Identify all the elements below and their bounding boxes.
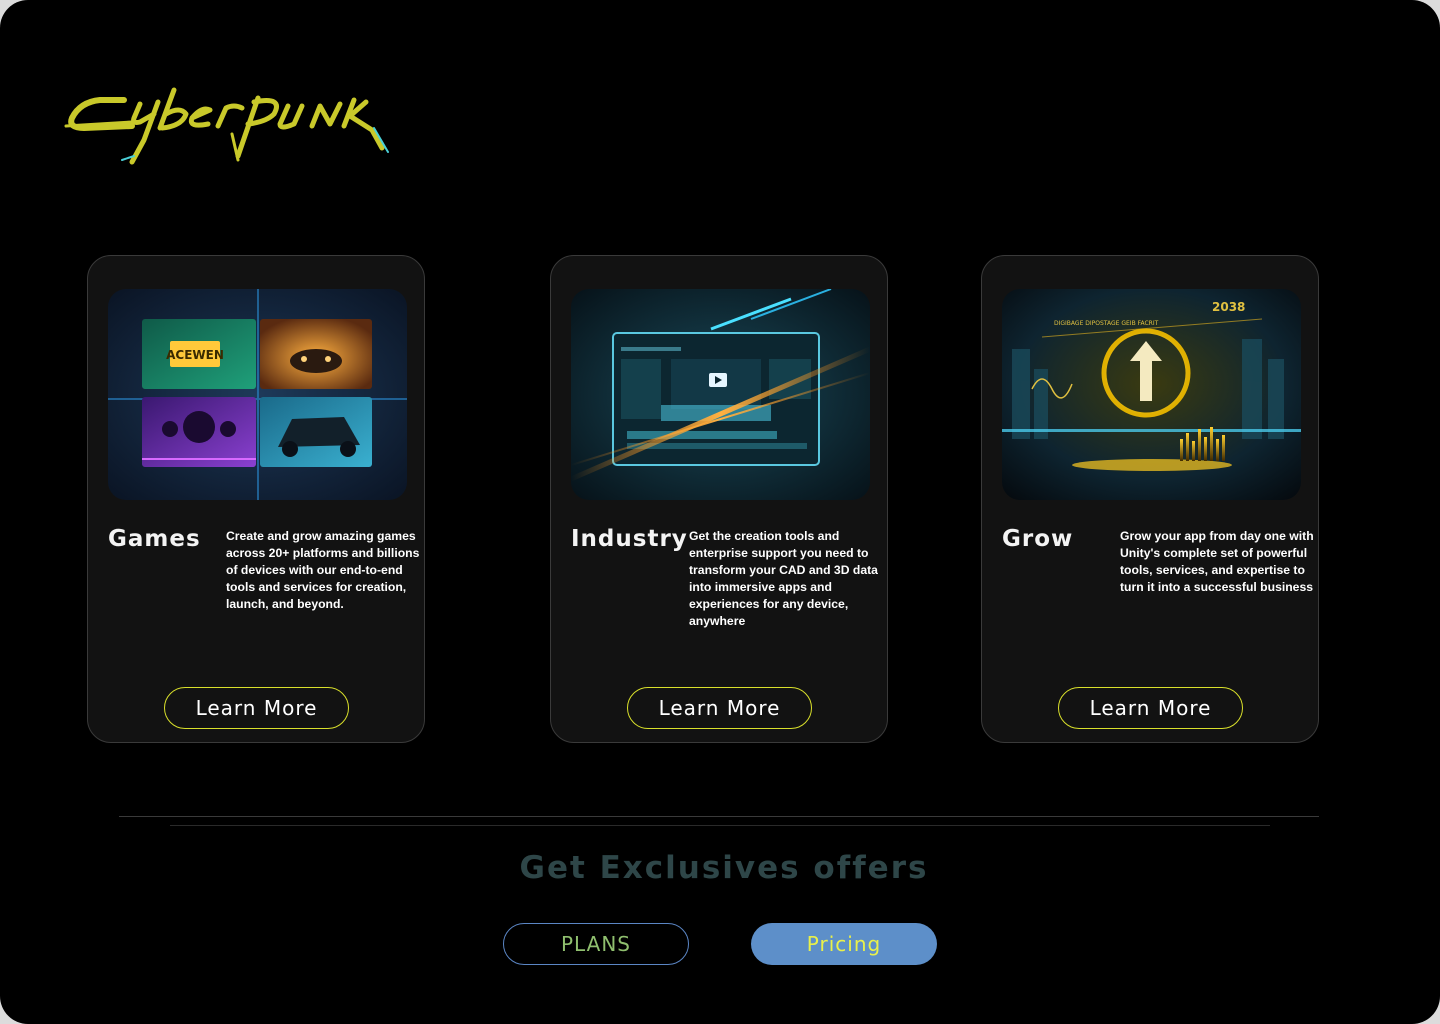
card-description: Grow your app from day one with Unity's … bbox=[1120, 529, 1314, 594]
divider bbox=[170, 825, 1270, 826]
learn-more-button[interactable]: Learn More bbox=[164, 687, 349, 729]
card-description: Create and grow amazing games across 20+… bbox=[226, 529, 420, 611]
page-frame: ACEWEN Games Create and grow amazing gam… bbox=[0, 0, 1440, 1024]
card-grow: DIGIBAGE DIPOSTAGE GEIB FACRIT 2038 Grow… bbox=[981, 255, 1319, 743]
card-industry: Industry Get the creation tools and ente… bbox=[550, 255, 888, 743]
svg-text:DIGIBAGE DIPOSTAGE GEIB FAC: DIGIBAGE DIPOSTAGE GEIB FACRIT bbox=[1054, 320, 1159, 327]
plans-button[interactable]: PLANS bbox=[503, 923, 689, 965]
industry-image bbox=[571, 289, 870, 500]
card-title: Industry bbox=[571, 526, 688, 552]
games-image: ACEWEN bbox=[108, 289, 407, 500]
card-title: Grow bbox=[1002, 526, 1074, 552]
svg-text:2038: 2038 bbox=[1212, 300, 1245, 314]
offers-heading: Get Exclusives offers bbox=[519, 850, 929, 886]
card-title: Games bbox=[108, 526, 201, 552]
divider bbox=[119, 816, 1319, 817]
card-games: ACEWEN Games Create and grow amazing gam… bbox=[87, 255, 425, 743]
pricing-button[interactable]: Pricing bbox=[751, 923, 937, 965]
svg-text:ACEWEN: ACEWEN bbox=[166, 348, 224, 362]
learn-more-button[interactable]: Learn More bbox=[627, 687, 812, 729]
card-description: Get the creation tools and enterprise su… bbox=[689, 529, 878, 628]
grow-image: DIGIBAGE DIPOSTAGE GEIB FACRIT 2038 bbox=[1002, 289, 1301, 500]
learn-more-button[interactable]: Learn More bbox=[1058, 687, 1243, 729]
cyberpunk-logo[interactable] bbox=[62, 78, 392, 174]
